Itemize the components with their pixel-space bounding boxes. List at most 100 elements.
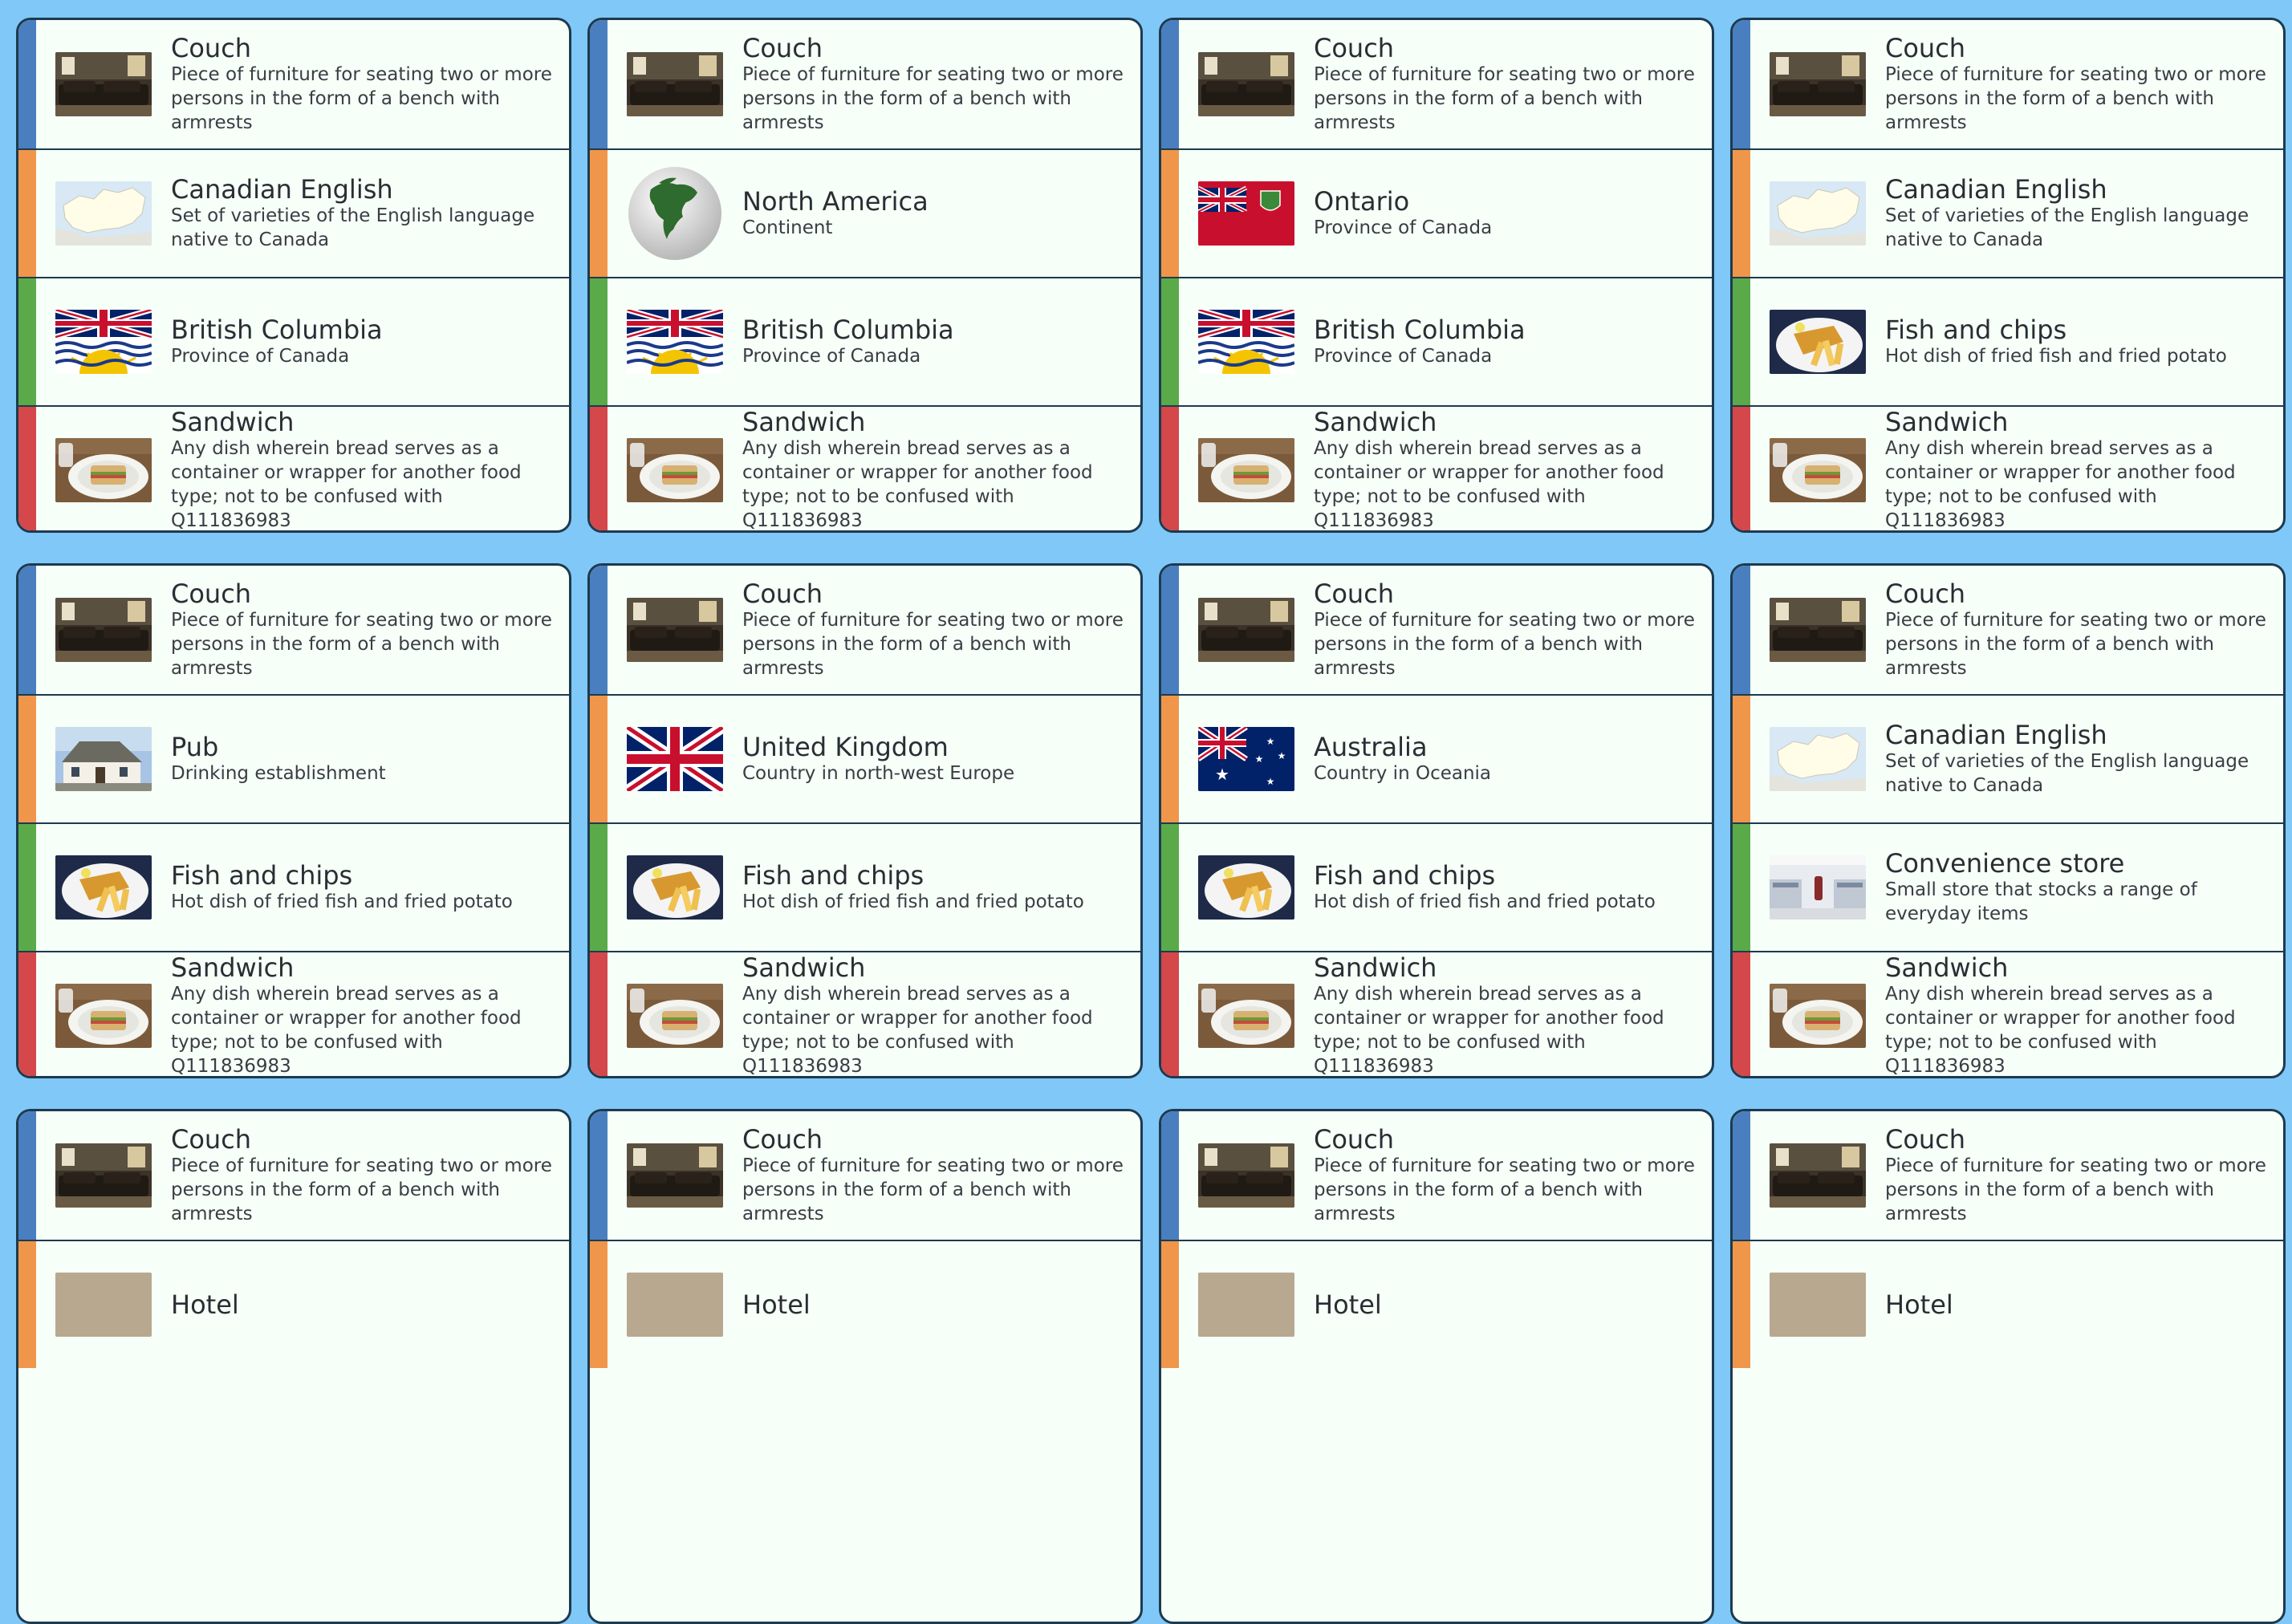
item-card[interactable]: Couch Piece of furniture for seating two … bbox=[1159, 18, 1714, 533]
item-title: Australia bbox=[1314, 732, 1428, 762]
item-card[interactable]: Couch Piece of furniture for seating two … bbox=[16, 563, 571, 1078]
card-row-british-columbia[interactable]: British Columbia Province of Canada bbox=[18, 277, 569, 405]
card-row-couch[interactable]: Couch Piece of furniture for seating two … bbox=[590, 1111, 1140, 1240]
item-description: Province of Canada bbox=[1314, 346, 1493, 367]
card-row-canadian-english[interactable]: Canadian English Set of varieties of the … bbox=[18, 148, 569, 277]
row-text: Couch Piece of furniture for seating two … bbox=[1314, 1125, 1697, 1226]
category-stripe bbox=[590, 566, 608, 694]
row-text: Fish and chips Hot dish of fried fish and… bbox=[171, 861, 555, 914]
card-row-sandwich[interactable]: Sandwich Any dish wherein bread serves as… bbox=[1733, 951, 2283, 1077]
card-row-couch[interactable]: Couch Piece of furniture for seating two … bbox=[18, 566, 569, 694]
row-text: Couch Piece of furniture for seating two … bbox=[1314, 34, 1697, 135]
card-row-hotel-partial[interactable]: Hotel bbox=[1161, 1240, 1712, 1368]
category-stripe bbox=[1733, 824, 1750, 951]
australia-flag-icon: ★ ★ ★ ★ ★ bbox=[1198, 727, 1294, 791]
card-row-hotel-partial[interactable]: Hotel bbox=[1733, 1240, 2283, 1368]
category-stripe bbox=[1733, 20, 1750, 148]
category-stripe bbox=[18, 566, 36, 694]
card-row-fish-and-chips[interactable]: Fish and chips Hot dish of fried fish and… bbox=[18, 822, 569, 951]
card-row-couch[interactable]: Couch Piece of furniture for seating two … bbox=[1733, 20, 2283, 148]
item-title: Canadian English bbox=[1885, 720, 2107, 750]
item-card[interactable]: Couch Piece of furniture for seating two … bbox=[587, 563, 1143, 1078]
card-row-couch[interactable]: Couch Piece of furniture for seating two … bbox=[1161, 566, 1712, 694]
card-row-pub[interactable]: Pub Drinking establishment bbox=[18, 694, 569, 822]
item-card[interactable]: Couch Piece of furniture for seating two … bbox=[1730, 18, 2286, 533]
card-row-sandwich[interactable]: Sandwich Any dish wherein bread serves as… bbox=[18, 405, 569, 530]
item-title: British Columbia bbox=[1314, 315, 1526, 345]
card-row-sandwich[interactable]: Sandwich Any dish wherein bread serves as… bbox=[590, 405, 1140, 530]
item-title: Sandwich bbox=[742, 952, 866, 983]
card-row-fish-and-chips[interactable]: Fish and chips Hot dish of fried fish and… bbox=[1733, 277, 2283, 405]
row-text: Sandwich Any dish wherein bread serves as… bbox=[171, 953, 555, 1077]
card-row-british-columbia[interactable]: British Columbia Province of Canada bbox=[1161, 277, 1712, 405]
card-row-convenience-store[interactable]: Convenience store Small store that stocks… bbox=[1733, 822, 2283, 951]
card-row-hotel-partial[interactable]: Hotel bbox=[18, 1240, 569, 1368]
card-row-sandwich[interactable]: Sandwich Any dish wherein bread serves as… bbox=[1733, 405, 2283, 531]
card-row-canadian-english[interactable]: Canadian English Set of varieties of the … bbox=[1733, 694, 2283, 822]
couch-photo-icon bbox=[55, 1143, 152, 1208]
item-description: Continent bbox=[742, 217, 833, 238]
category-stripe bbox=[1161, 1111, 1179, 1240]
row-text: British Columbia Province of Canada bbox=[171, 315, 555, 368]
sandwich-photo-icon bbox=[55, 984, 152, 1048]
card-row-north-america[interactable]: North America Continent bbox=[590, 148, 1140, 277]
category-stripe bbox=[1161, 696, 1179, 822]
row-text: Couch Piece of furniture for seating two … bbox=[1885, 579, 2269, 680]
couch-photo-icon bbox=[627, 1143, 723, 1208]
item-card[interactable]: Couch Piece of furniture for seating two … bbox=[1159, 563, 1714, 1078]
item-title: Sandwich bbox=[1314, 407, 1437, 437]
item-title: Couch bbox=[171, 1124, 252, 1155]
card-row-couch[interactable]: Couch Piece of furniture for seating two … bbox=[1733, 1111, 2283, 1240]
card-row-sandwich[interactable]: Sandwich Any dish wherein bread serves as… bbox=[1161, 951, 1712, 1077]
canada-map-icon bbox=[55, 181, 152, 246]
card-row-sandwich[interactable]: Sandwich Any dish wherein bread serves as… bbox=[1161, 405, 1712, 531]
category-stripe bbox=[1161, 278, 1179, 405]
card-row-fish-and-chips[interactable]: Fish and chips Hot dish of fried fish and… bbox=[590, 822, 1140, 951]
card-row-couch[interactable]: Couch Piece of furniture for seating two … bbox=[1733, 566, 2283, 694]
card-row-sandwich[interactable]: Sandwich Any dish wherein bread serves as… bbox=[590, 951, 1140, 1077]
row-text: United Kingdom Country in north-west Euro… bbox=[742, 733, 1126, 786]
item-description: Any dish wherein bread serves as a conta… bbox=[1885, 438, 2236, 531]
item-card[interactable]: Couch Piece of furniture for seating two … bbox=[1159, 1109, 1714, 1624]
item-card[interactable]: Couch Piece of furniture for seating two … bbox=[16, 18, 571, 533]
item-title: Couch bbox=[742, 579, 823, 609]
category-stripe bbox=[590, 1111, 608, 1240]
item-description: Any dish wherein bread serves as a conta… bbox=[1314, 438, 1664, 531]
row-text: Sandwich Any dish wherein bread serves as… bbox=[1885, 408, 2269, 531]
item-description: Piece of furniture for seating two or mo… bbox=[742, 1155, 1124, 1224]
item-description: Any dish wherein bread serves as a conta… bbox=[171, 984, 522, 1077]
card-row-couch[interactable]: Couch Piece of furniture for seating two … bbox=[590, 566, 1140, 694]
card-row-british-columbia[interactable]: British Columbia Province of Canada bbox=[590, 277, 1140, 405]
category-stripe bbox=[1733, 1241, 1750, 1368]
category-stripe bbox=[18, 696, 36, 822]
card-row-couch[interactable]: Couch Piece of furniture for seating two … bbox=[590, 20, 1140, 148]
card-row-sandwich[interactable]: Sandwich Any dish wherein bread serves as… bbox=[18, 951, 569, 1077]
card-row-fish-and-chips[interactable]: Fish and chips Hot dish of fried fish and… bbox=[1161, 822, 1712, 951]
item-description: Piece of furniture for seating two or mo… bbox=[1885, 1155, 2266, 1224]
card-row-united-kingdom[interactable]: United Kingdom Country in north-west Euro… bbox=[590, 694, 1140, 822]
item-card[interactable]: Couch Piece of furniture for seating two … bbox=[587, 18, 1143, 533]
item-description: Any dish wherein bread serves as a conta… bbox=[1314, 984, 1664, 1077]
item-description: Any dish wherein bread serves as a conta… bbox=[1885, 984, 2236, 1077]
row-text: Couch Piece of furniture for seating two … bbox=[171, 579, 555, 680]
item-title: Fish and chips bbox=[171, 860, 353, 891]
item-card[interactable]: Couch Piece of furniture for seating two … bbox=[1730, 563, 2286, 1078]
couch-photo-icon bbox=[1198, 1143, 1294, 1208]
card-row-canadian-english[interactable]: Canadian English Set of varieties of the … bbox=[1733, 148, 2283, 277]
item-card[interactable]: Couch Piece of furniture for seating two … bbox=[1730, 1109, 2286, 1624]
card-row-ontario[interactable]: Ontario Province of Canada bbox=[1161, 148, 1712, 277]
card-row-couch[interactable]: Couch Piece of furniture for seating two … bbox=[1161, 20, 1712, 148]
couch-photo-icon bbox=[55, 598, 152, 662]
card-row-hotel-partial[interactable]: Hotel bbox=[590, 1240, 1140, 1368]
item-description: Country in north-west Europe bbox=[742, 763, 1015, 784]
item-card[interactable]: Couch Piece of furniture for seating two … bbox=[587, 1109, 1143, 1624]
card-row-couch[interactable]: Couch Piece of furniture for seating two … bbox=[18, 20, 569, 148]
item-card[interactable]: Couch Piece of furniture for seating two … bbox=[16, 1109, 571, 1624]
item-description: Any dish wherein bread serves as a conta… bbox=[742, 984, 1093, 1077]
couch-photo-icon bbox=[627, 52, 723, 116]
card-row-couch[interactable]: Couch Piece of furniture for seating two … bbox=[18, 1111, 569, 1240]
row-text: Convenience store Small store that stocks… bbox=[1885, 849, 2269, 926]
card-row-australia[interactable]: ★ ★ ★ ★ ★ Australia Country in Oceania bbox=[1161, 694, 1712, 822]
row-text: Hotel bbox=[742, 1290, 1126, 1319]
card-row-couch[interactable]: Couch Piece of furniture for seating two … bbox=[1161, 1111, 1712, 1240]
